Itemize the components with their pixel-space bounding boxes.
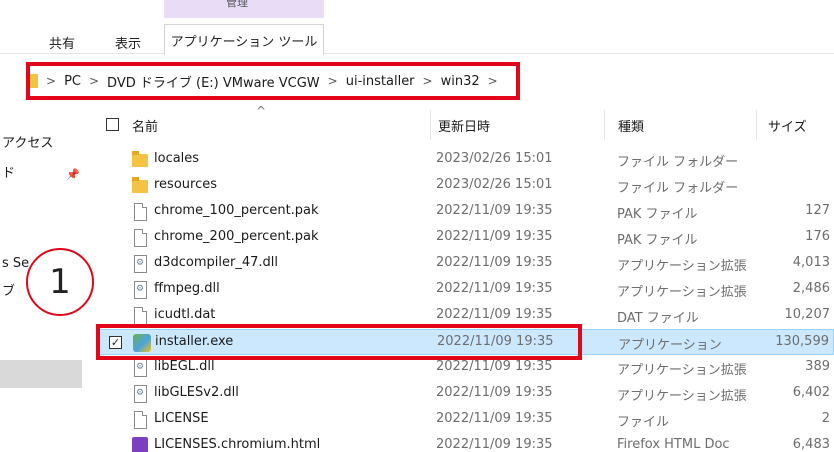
sort-up-icon: ^ (256, 104, 267, 118)
file-list: ^ 名前 更新日時 種類 サイズ locales 2023/02/26 15:0… (96, 100, 834, 452)
file-row-chrome-100[interactable]: chrome_100_percent.pak 2022/11/09 19:35 … (96, 199, 834, 225)
file-name: libEGL.dll (154, 359, 215, 374)
file-type: アプリケーション拡張 (617, 285, 747, 300)
file-row-chrome-200[interactable]: chrome_200_percent.pak 2022/11/09 19:35 … (96, 225, 834, 251)
file-size: 130,599 (775, 334, 829, 349)
file-icon (134, 307, 147, 325)
column-header-name[interactable]: 名前 (132, 116, 158, 135)
file-date: 2022/11/09 19:35 (436, 411, 553, 426)
file-date: 2022/11/09 19:35 (436, 281, 553, 296)
select-all-checkbox[interactable] (106, 118, 119, 131)
file-row-libglesv2[interactable]: libGLESv2.dll 2022/11/09 19:35 アプリケーション拡… (96, 381, 834, 407)
file-name: resources (154, 177, 218, 192)
dll-icon (134, 281, 147, 299)
file-icon (134, 411, 147, 429)
file-date: 2023/02/26 15:01 (436, 177, 553, 192)
file-name: LICENSES.chromium.html (154, 437, 321, 452)
dll-icon (134, 255, 147, 273)
file-type: ファイル (617, 415, 670, 430)
file-size: 10,207 (784, 307, 831, 322)
dll-icon (134, 359, 147, 377)
html-file-icon (132, 437, 148, 452)
file-size: 2 (821, 411, 830, 426)
file-type: ファイル フォルダー (617, 155, 739, 170)
file-type: DAT ファイル (617, 311, 699, 326)
column-header-size[interactable]: サイズ (768, 116, 807, 135)
file-type: PAK ファイル (617, 233, 698, 248)
file-type: ファイル フォルダー (617, 181, 739, 196)
file-icon (134, 203, 147, 221)
file-date: 2022/11/09 19:35 (436, 203, 553, 218)
file-type: アプリケーション拡張 (617, 259, 747, 274)
file-type: アプリケーション拡張 (617, 363, 747, 378)
file-date: 2022/11/09 19:35 (436, 359, 553, 374)
file-type: アプリケーション拡張 (617, 389, 747, 404)
file-row-license[interactable]: LICENSE 2022/11/09 19:35 ファイル 2 (96, 407, 834, 433)
column-header-date[interactable]: 更新日時 (438, 116, 490, 135)
step-marker: 1 (26, 248, 94, 316)
file-size: 4,013 (792, 255, 830, 270)
file-name: ffmpeg.dll (154, 281, 220, 296)
file-icon (134, 229, 147, 247)
file-name: LICENSE (154, 411, 209, 426)
tab-application-tools[interactable]: アプリケーション ツール (164, 24, 324, 55)
column-divider[interactable] (756, 110, 757, 140)
context-tab-label: 管理 (226, 0, 248, 9)
ribbon: 管理 共有 表示 アプリケーション ツール (0, 0, 834, 55)
file-size: 127 (805, 203, 830, 218)
folder-icon (132, 151, 148, 167)
column-header-type[interactable]: 種類 (618, 116, 644, 135)
nav-item-network[interactable]: s Se (2, 256, 29, 271)
file-type: Firefox HTML Doc (617, 437, 730, 452)
column-header-row: ^ 名前 更新日時 種類 サイズ (96, 104, 834, 140)
folder-icon (132, 177, 148, 193)
file-date: 2022/11/09 19:35 (436, 437, 553, 452)
file-row-resources[interactable]: resources 2023/02/26 15:01 ファイル フォルダー (96, 173, 834, 199)
file-size: 2,486 (792, 281, 830, 296)
file-date: 2022/11/09 19:35 (436, 229, 553, 244)
nav-item-download[interactable]: ド (2, 162, 15, 181)
file-name: libGLESv2.dll (154, 385, 239, 400)
nav-item-selected[interactable] (0, 360, 82, 388)
file-size: 176 (805, 229, 830, 244)
file-name: icudtl.dat (154, 307, 216, 322)
nav-item-quick-access[interactable]: アクセス (2, 132, 53, 151)
file-date: 2023/02/26 15:01 (436, 151, 553, 166)
file-type: アプリケーション (618, 338, 722, 353)
address-highlight-box (26, 62, 520, 100)
file-date: 2022/11/09 19:35 (436, 255, 553, 270)
file-row-licenses-chromium[interactable]: LICENSES.chromium.html 2022/11/09 19:35 … (96, 433, 834, 452)
tab-share[interactable]: 共有 (44, 30, 80, 54)
file-size: 6,483 (792, 437, 830, 452)
file-name: locales (154, 151, 200, 166)
dll-icon (134, 385, 147, 403)
tab-view[interactable]: 表示 (110, 30, 146, 54)
file-name: chrome_200_percent.pak (154, 229, 319, 244)
column-divider[interactable] (430, 110, 431, 140)
file-size: 389 (805, 359, 830, 374)
file-date: 2022/11/09 19:35 (436, 385, 553, 400)
file-date: 2022/11/09 19:35 (436, 307, 553, 322)
installer-highlight-box (96, 324, 582, 360)
file-size: 6,402 (792, 385, 830, 400)
file-name: chrome_100_percent.pak (154, 203, 319, 218)
file-type: PAK ファイル (617, 207, 698, 222)
file-row-ffmpeg[interactable]: ffmpeg.dll 2022/11/09 19:35 アプリケーション拡張 2… (96, 277, 834, 303)
file-row-locales[interactable]: locales 2023/02/26 15:01 ファイル フォルダー (96, 147, 834, 173)
file-name: d3dcompiler_47.dll (154, 255, 279, 270)
pin-icon[interactable]: 📌 (66, 168, 80, 181)
column-divider[interactable] (604, 110, 605, 140)
file-row-d3dcompiler[interactable]: d3dcompiler_47.dll 2022/11/09 19:35 アプリケ… (96, 251, 834, 277)
nav-item-library[interactable]: ブ (2, 280, 15, 299)
